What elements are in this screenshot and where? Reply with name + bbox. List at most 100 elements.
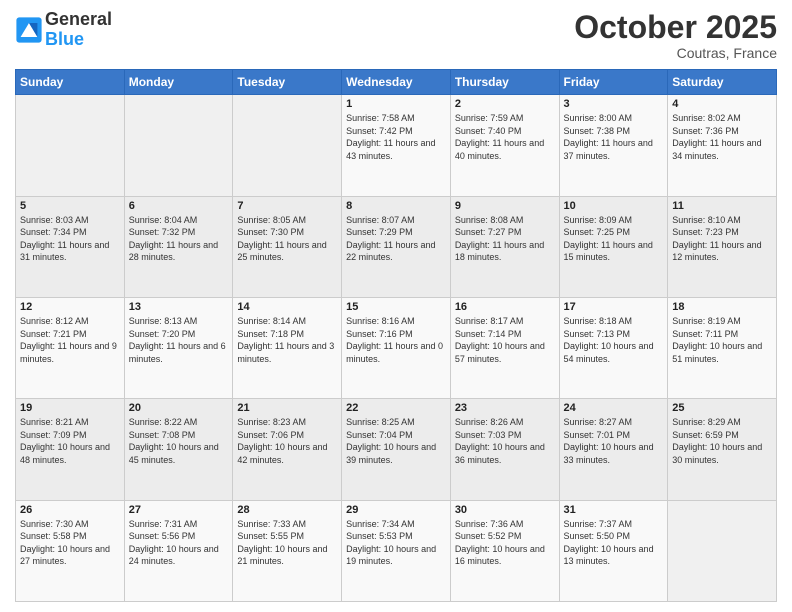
calendar-cell: 28Sunrise: 7:33 AMSunset: 5:55 PMDayligh… — [233, 500, 342, 601]
day-info: Sunrise: 8:12 AMSunset: 7:21 PMDaylight:… — [20, 315, 120, 365]
calendar-cell: 8 Sunrise: 8:07 AMSunset: 7:29 PMDaylight… — [342, 196, 451, 297]
calendar-cell: 30Sunrise: 7:36 AMSunset: 5:52 PMDayligh… — [450, 500, 559, 601]
day-info: Sunrise: 8:16 AMSunset: 7:16 PMDaylight:… — [346, 315, 446, 365]
day-number: 31 — [564, 504, 664, 516]
day-number: 28 — [237, 504, 337, 516]
calendar-cell: 25Sunrise: 8:29 AMSunset: 6:59 PMDayligh… — [668, 399, 777, 500]
day-info: Sunrise: 8:09 AMSunset: 7:25 PMDaylight:… — [564, 214, 664, 264]
day-info: Sunrise: 8:22 AMSunset: 7:08 PMDaylight:… — [129, 416, 229, 466]
day-number: 5 — [20, 200, 120, 212]
day-number: 3 — [564, 98, 664, 110]
calendar-cell: 6 Sunrise: 8:04 AMSunset: 7:32 PMDaylight… — [124, 196, 233, 297]
day-info: Sunrise: 7:31 AMSunset: 5:56 PMDaylight:… — [129, 518, 229, 568]
calendar-cell: 10 Sunrise: 8:09 AMSunset: 7:25 PMDayligh… — [559, 196, 668, 297]
calendar-week-4: 26 Sunrise: 7:30 AMSunset: 5:58 PMDayligh… — [16, 500, 777, 601]
day-info: Sunrise: 7:59 AMSunset: 7:40 PMDaylight:… — [455, 112, 555, 162]
day-number: 18 — [672, 301, 772, 313]
calendar-cell: 3Sunrise: 8:00 AMSunset: 7:38 PMDaylight… — [559, 95, 668, 196]
title-block: October 2025 Coutras, France — [574, 10, 777, 61]
day-info: Sunrise: 8:26 AMSunset: 7:03 PMDaylight:… — [455, 416, 555, 466]
col-tuesday: Tuesday — [233, 70, 342, 95]
calendar-table: Sunday Monday Tuesday Wednesday Thursday… — [15, 69, 777, 602]
logo-general-text: General — [45, 9, 112, 29]
day-info: Sunrise: 7:58 AMSunset: 7:42 PMDaylight:… — [346, 112, 446, 162]
calendar-week-2: 12Sunrise: 8:12 AMSunset: 7:21 PMDayligh… — [16, 297, 777, 398]
day-info: Sunrise: 8:19 AMSunset: 7:11 PMDaylight:… — [672, 315, 772, 365]
day-info: Sunrise: 7:36 AMSunset: 5:52 PMDaylight:… — [455, 518, 555, 568]
calendar-cell: 5 Sunrise: 8:03 AMSunset: 7:34 PMDaylight… — [16, 196, 125, 297]
day-number: 19 — [20, 402, 120, 414]
day-info: Sunrise: 8:03 AMSunset: 7:34 PMDaylight:… — [20, 214, 120, 264]
calendar-header-row: Sunday Monday Tuesday Wednesday Thursday… — [16, 70, 777, 95]
calendar-cell: 1 Sunrise: 7:58 AMSunset: 7:42 PMDaylight… — [342, 95, 451, 196]
day-number: 6 — [129, 200, 229, 212]
header: General Blue October 2025 Coutras, Franc… — [15, 10, 777, 61]
day-info: Sunrise: 7:37 AMSunset: 5:50 PMDaylight:… — [564, 518, 664, 568]
day-number: 8 — [346, 200, 446, 212]
calendar-cell — [16, 95, 125, 196]
col-sunday: Sunday — [16, 70, 125, 95]
day-number: 15 — [346, 301, 446, 313]
day-info: Sunrise: 7:30 AMSunset: 5:58 PMDaylight:… — [20, 518, 120, 568]
day-number: 17 — [564, 301, 664, 313]
day-number: 27 — [129, 504, 229, 516]
calendar-cell — [124, 95, 233, 196]
logo: General Blue — [15, 10, 112, 50]
calendar-cell: 26 Sunrise: 7:30 AMSunset: 5:58 PMDayligh… — [16, 500, 125, 601]
calendar-cell: 18 Sunrise: 8:19 AMSunset: 7:11 PMDayligh… — [668, 297, 777, 398]
page: General Blue October 2025 Coutras, Franc… — [0, 0, 792, 612]
col-friday: Friday — [559, 70, 668, 95]
day-number: 29 — [346, 504, 446, 516]
day-info: Sunrise: 8:17 AMSunset: 7:14 PMDaylight:… — [455, 315, 555, 365]
calendar-cell: 23 Sunrise: 8:26 AMSunset: 7:03 PMDayligh… — [450, 399, 559, 500]
calendar-week-1: 5 Sunrise: 8:03 AMSunset: 7:34 PMDaylight… — [16, 196, 777, 297]
day-number: 20 — [129, 402, 229, 414]
calendar-cell: 20 Sunrise: 8:22 AMSunset: 7:08 PMDayligh… — [124, 399, 233, 500]
day-number: 23 — [455, 402, 555, 414]
location: Coutras, France — [574, 45, 777, 61]
col-saturday: Saturday — [668, 70, 777, 95]
col-monday: Monday — [124, 70, 233, 95]
day-info: Sunrise: 8:05 AMSunset: 7:30 PMDaylight:… — [237, 214, 337, 264]
day-info: Sunrise: 8:07 AMSunset: 7:29 PMDaylight:… — [346, 214, 446, 264]
day-info: Sunrise: 8:08 AMSunset: 7:27 PMDaylight:… — [455, 214, 555, 264]
calendar-cell: 9 Sunrise: 8:08 AMSunset: 7:27 PMDaylight… — [450, 196, 559, 297]
day-info: Sunrise: 7:34 AMSunset: 5:53 PMDaylight:… — [346, 518, 446, 568]
day-info: Sunrise: 8:14 AMSunset: 7:18 PMDaylight:… — [237, 315, 337, 365]
calendar-cell: 11 Sunrise: 8:10 AMSunset: 7:23 PMDayligh… — [668, 196, 777, 297]
day-number: 11 — [672, 200, 772, 212]
day-number: 4 — [672, 98, 772, 110]
day-number: 10 — [564, 200, 664, 212]
calendar-week-3: 19 Sunrise: 8:21 AMSunset: 7:09 PMDayligh… — [16, 399, 777, 500]
day-number: 26 — [20, 504, 120, 516]
day-info: Sunrise: 8:23 AMSunset: 7:06 PMDaylight:… — [237, 416, 337, 466]
logo-icon — [15, 16, 43, 44]
day-info: Sunrise: 8:27 AMSunset: 7:01 PMDaylight:… — [564, 416, 664, 466]
calendar-cell: 13Sunrise: 8:13 AMSunset: 7:20 PMDayligh… — [124, 297, 233, 398]
day-number: 13 — [129, 301, 229, 313]
col-thursday: Thursday — [450, 70, 559, 95]
calendar-cell — [233, 95, 342, 196]
day-number: 9 — [455, 200, 555, 212]
calendar-week-0: 1 Sunrise: 7:58 AMSunset: 7:42 PMDaylight… — [16, 95, 777, 196]
col-wednesday: Wednesday — [342, 70, 451, 95]
calendar-cell: 12Sunrise: 8:12 AMSunset: 7:21 PMDayligh… — [16, 297, 125, 398]
day-info: Sunrise: 8:18 AMSunset: 7:13 PMDaylight:… — [564, 315, 664, 365]
calendar-cell: 27 Sunrise: 7:31 AMSunset: 5:56 PMDayligh… — [124, 500, 233, 601]
day-number: 14 — [237, 301, 337, 313]
day-number: 2 — [455, 98, 555, 110]
day-info: Sunrise: 8:25 AMSunset: 7:04 PMDaylight:… — [346, 416, 446, 466]
calendar-cell: 17 Sunrise: 8:18 AMSunset: 7:13 PMDayligh… — [559, 297, 668, 398]
calendar-cell — [668, 500, 777, 601]
day-number: 1 — [346, 98, 446, 110]
day-info: Sunrise: 8:21 AMSunset: 7:09 PMDaylight:… — [20, 416, 120, 466]
calendar-cell: 24Sunrise: 8:27 AMSunset: 7:01 PMDayligh… — [559, 399, 668, 500]
calendar-cell: 19 Sunrise: 8:21 AMSunset: 7:09 PMDayligh… — [16, 399, 125, 500]
day-info: Sunrise: 8:04 AMSunset: 7:32 PMDaylight:… — [129, 214, 229, 264]
day-info: Sunrise: 8:29 AMSunset: 6:59 PMDaylight:… — [672, 416, 772, 466]
day-info: Sunrise: 8:10 AMSunset: 7:23 PMDaylight:… — [672, 214, 772, 264]
calendar-cell: 7Sunrise: 8:05 AMSunset: 7:30 PMDaylight… — [233, 196, 342, 297]
day-info: Sunrise: 8:02 AMSunset: 7:36 PMDaylight:… — [672, 112, 772, 162]
calendar-cell: 15 Sunrise: 8:16 AMSunset: 7:16 PMDayligh… — [342, 297, 451, 398]
day-number: 22 — [346, 402, 446, 414]
